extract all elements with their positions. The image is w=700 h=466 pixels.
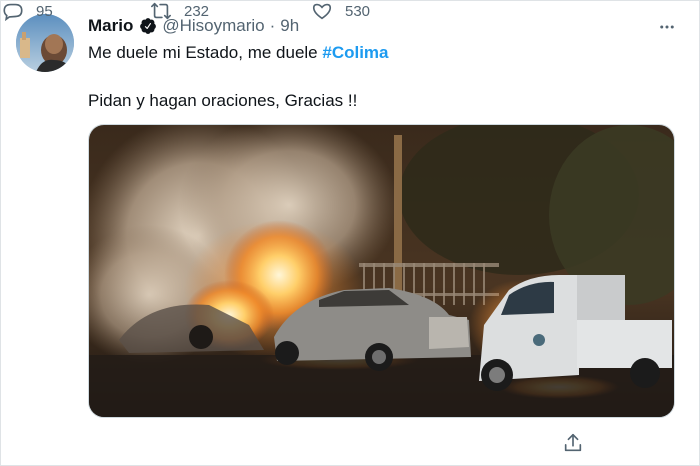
tweet-timestamp[interactable]: 9h bbox=[280, 16, 299, 36]
author-name[interactable]: Mario bbox=[88, 16, 133, 36]
hashtag-link[interactable]: #Colima bbox=[322, 43, 388, 62]
reply-button[interactable]: 95 bbox=[2, 0, 53, 22]
retweet-button[interactable]: 232 bbox=[150, 0, 209, 22]
tweet-text: Me duele mi Estado, me duele bbox=[88, 43, 323, 62]
tweet-media-image[interactable] bbox=[88, 124, 675, 418]
avatar[interactable] bbox=[16, 14, 74, 72]
share-button[interactable] bbox=[562, 432, 584, 459]
share-icon bbox=[564, 433, 582, 452]
retweet-count: 232 bbox=[184, 2, 210, 20]
like-button[interactable]: 530 bbox=[311, 0, 370, 22]
heart-icon bbox=[312, 3, 332, 20]
separator-dot: · bbox=[269, 16, 276, 35]
tweet-text-line-1: Me duele mi Estado, me duele #Colima bbox=[88, 42, 389, 64]
like-count: 530 bbox=[345, 2, 371, 20]
reply-count: 95 bbox=[36, 2, 53, 20]
retweet-icon bbox=[151, 2, 171, 20]
more-options-icon[interactable] bbox=[658, 18, 676, 36]
reply-icon bbox=[3, 3, 23, 22]
tweet-text-line-2: Pidan y hagan oraciones, Gracias !! bbox=[88, 91, 358, 110]
